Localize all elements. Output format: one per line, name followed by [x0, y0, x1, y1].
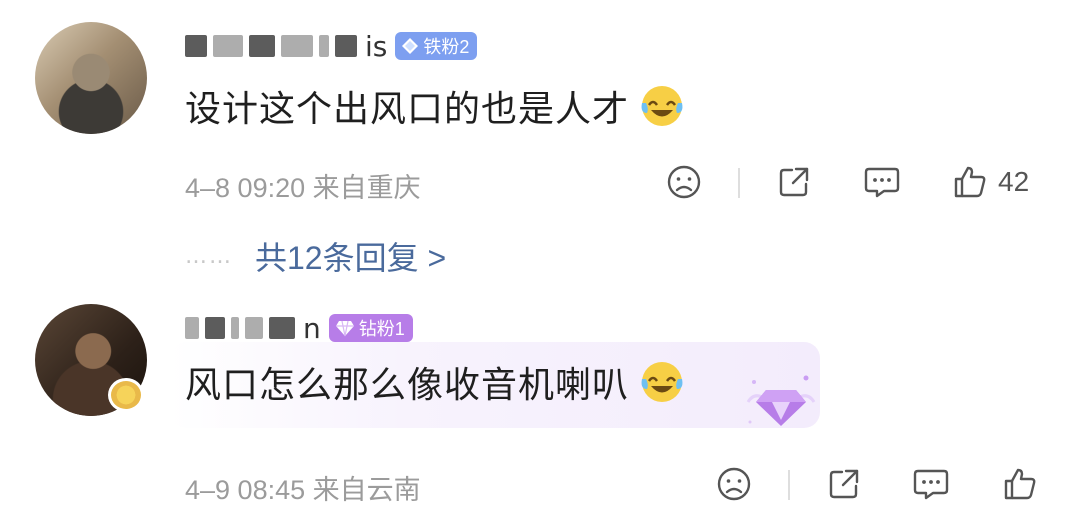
- timestamp-location: 4–9 08:45 来自云南: [185, 475, 421, 505]
- laugh-cry-emoji: [641, 362, 683, 402]
- fan-badge[interactable]: 钻粉1: [328, 314, 413, 342]
- share-icon: [779, 167, 809, 197]
- reply-button[interactable]: [863, 162, 901, 202]
- comment-bubble-icon: [864, 167, 900, 198]
- comment-item: is 铁粉2 设计这个出风口的也是人才 4–8 09:20 来自重庆 42 ………: [0, 0, 1080, 290]
- username-pixelated[interactable]: [185, 317, 295, 339]
- diamond-icon: [402, 38, 419, 54]
- avatar[interactable]: [35, 22, 147, 134]
- thumbs-up-icon: [954, 166, 986, 198]
- comment-text: 设计这个出风口的也是人才: [185, 80, 685, 132]
- comment-meta: 4–8 09:20 来自重庆 42: [0, 162, 1080, 203]
- comment-body: 设计这个出风口的也是人才: [185, 89, 630, 130]
- fan-badge-label: 铁粉2: [423, 37, 470, 57]
- view-replies-link[interactable]: 共12条回复 >: [255, 233, 446, 279]
- username-row: n 钻粉1: [185, 310, 413, 346]
- share-icon: [829, 469, 859, 499]
- username-row: is 铁粉2: [185, 28, 478, 64]
- avatar-badge-icon: [108, 378, 144, 412]
- like-button[interactable]: [1002, 464, 1038, 504]
- divider: [738, 168, 740, 198]
- fan-badge[interactable]: 铁粉2: [395, 32, 478, 60]
- share-button[interactable]: [776, 162, 812, 202]
- like-count: 42: [998, 166, 1030, 197]
- dislike-button[interactable]: [716, 464, 752, 504]
- fan-badge-label: 钻粉1: [358, 319, 405, 339]
- comment-item: n 钻粉1 风口怎么那么像收音机喇叭 4–9 08:45 来自云南: [0, 290, 1080, 516]
- gem-icon: [335, 320, 354, 337]
- dislike-button[interactable]: [666, 162, 702, 202]
- diamond-fan-decoration-icon: [746, 375, 816, 426]
- comment-bubble-icon: [913, 469, 949, 500]
- username-suffix: is: [365, 29, 388, 63]
- comment-body: 风口怎么那么像收音机喇叭: [185, 365, 630, 406]
- like-button[interactable]: 42: [952, 162, 1029, 202]
- laugh-cry-emoji: [641, 86, 683, 126]
- comment-meta: 4–9 08:45 来自云南: [0, 464, 1080, 505]
- frown-face-icon: [717, 467, 751, 501]
- timestamp-location: 4–8 09:20 来自重庆: [185, 173, 421, 203]
- username-suffix: n: [303, 311, 321, 345]
- username-pixelated[interactable]: [185, 35, 357, 57]
- divider: [788, 470, 790, 500]
- share-button[interactable]: [826, 464, 862, 504]
- frown-face-icon: [667, 165, 701, 199]
- reply-dots: ……: [185, 243, 233, 269]
- replies-row: …… 共12条回复 >: [185, 236, 446, 276]
- comment-text: 风口怎么那么像收音机喇叭: [185, 356, 685, 408]
- reply-button[interactable]: [912, 464, 950, 504]
- thumbs-up-icon: [1004, 468, 1036, 500]
